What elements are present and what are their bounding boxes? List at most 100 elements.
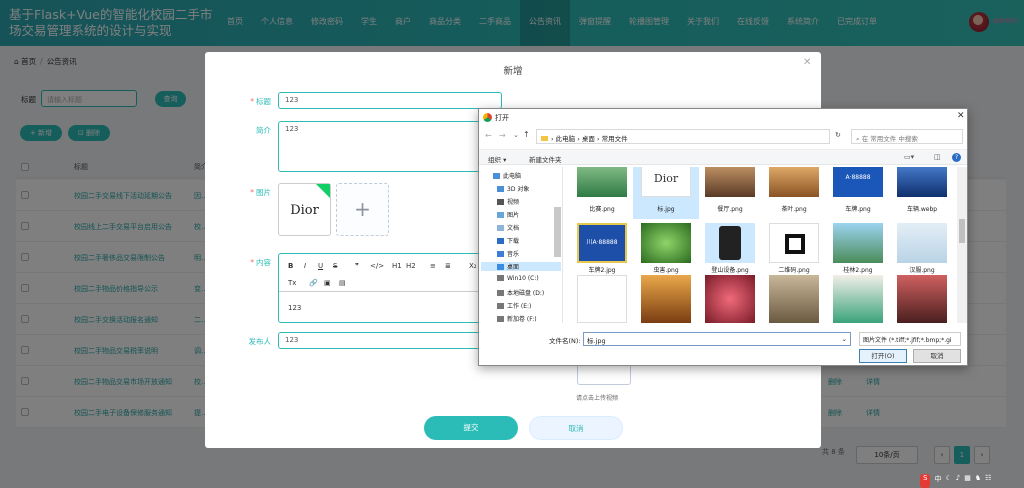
- close-icon[interactable]: ✕: [957, 111, 965, 121]
- file-item[interactable]: 比赛.png: [569, 167, 635, 219]
- file-item[interactable]: Dior 标.jpg: [633, 167, 699, 219]
- file-item[interactable]: 二维码.png: [761, 219, 827, 274]
- microphone-icon[interactable]: ♪: [956, 474, 960, 488]
- file-scrollbar[interactable]: [957, 167, 967, 323]
- tree-item-pc[interactable]: 此电脑: [493, 171, 521, 180]
- up-icon[interactable]: ↑: [523, 130, 530, 139]
- file-item[interactable]: 桂林2.png: [825, 219, 891, 274]
- thumbnail: [769, 167, 819, 197]
- file-item-selected[interactable]: 登山设备.png: [697, 219, 763, 274]
- tree-item-drive-c[interactable]: Win10 (C:): [497, 275, 539, 282]
- subscript-button[interactable]: X₂: [469, 262, 477, 270]
- file-item[interactable]: [569, 275, 635, 323]
- forward-icon[interactable]: →: [499, 131, 506, 140]
- ordered-list-button[interactable]: ≡: [430, 262, 436, 270]
- publisher-input[interactable]: 123: [278, 332, 502, 349]
- ime-language[interactable]: 中: [934, 474, 941, 488]
- path-segment[interactable]: 此电脑: [556, 135, 576, 143]
- tree-item-videos[interactable]: 视频: [497, 197, 519, 206]
- preview-pane-icon[interactable]: ◫: [934, 153, 941, 161]
- open-button[interactable]: 打开(O): [859, 349, 907, 363]
- file-item[interactable]: 虫害.png: [633, 219, 699, 274]
- image-upload-button[interactable]: +: [336, 183, 389, 236]
- h2-button[interactable]: H2: [406, 262, 416, 270]
- file-item[interactable]: [633, 275, 699, 323]
- cancel-button[interactable]: 取消: [529, 416, 623, 440]
- ime-logo-icon[interactable]: S: [920, 474, 931, 488]
- file-item[interactable]: 车辆.webp: [889, 167, 954, 219]
- dior-logo: Dior: [290, 203, 319, 218]
- path-segment[interactable]: 桌面: [582, 135, 595, 143]
- title-input[interactable]: 123: [278, 92, 502, 109]
- back-icon[interactable]: ←: [485, 131, 492, 140]
- view-icon[interactable]: ▭▾: [904, 153, 914, 161]
- address-bar[interactable]: › 此电脑 › 桌面 › 常用文件: [536, 129, 830, 144]
- file-item[interactable]: [761, 275, 827, 323]
- file-item[interactable]: A·88888 车牌.png: [825, 167, 891, 219]
- history-chevron-icon[interactable]: ⌄: [513, 131, 519, 139]
- thumbnail: [833, 223, 883, 263]
- drive-icon: [497, 275, 504, 281]
- filename-label: 文件名(N):: [549, 337, 581, 345]
- link-icon[interactable]: 🔗: [309, 279, 318, 287]
- new-folder-button[interactable]: 新建文件夹: [529, 154, 562, 164]
- image-icon[interactable]: ▣: [324, 279, 331, 287]
- menu-icon[interactable]: ☷: [985, 474, 991, 488]
- uploaded-image-thumb[interactable]: Dior: [278, 183, 331, 236]
- clear-format-button[interactable]: Tx: [288, 279, 296, 287]
- file-search-input[interactable]: ⌕ 在 常用文件 中搜索: [851, 129, 963, 144]
- tree-item-downloads[interactable]: 下载: [497, 236, 519, 245]
- tree-item-music[interactable]: 音乐: [497, 249, 519, 258]
- refresh-icon[interactable]: ↻: [835, 131, 841, 139]
- tree-item-desktop[interactable]: 桌面: [481, 262, 561, 271]
- bullet-list-button[interactable]: ≣: [445, 262, 451, 270]
- filetype-select[interactable]: 图片文件 (*.tiff;*.jfif;*.bmp;*.gi: [859, 332, 961, 346]
- help-icon[interactable]: ?: [952, 153, 961, 162]
- tree-label: 下载: [507, 238, 520, 245]
- submit-button[interactable]: 提交: [424, 416, 518, 440]
- tree-label: 本地磁盘 (D:): [507, 290, 545, 297]
- scroll-thumb[interactable]: [959, 219, 965, 243]
- moon-icon[interactable]: ☾: [945, 474, 951, 488]
- code-button[interactable]: </>: [370, 262, 384, 270]
- tree-item-documents[interactable]: 文档: [497, 223, 519, 232]
- title-label-text: 标题: [256, 97, 271, 106]
- organize-button[interactable]: 组织 ▾: [488, 154, 506, 164]
- video-icon[interactable]: ▤: [339, 279, 346, 287]
- h1-button[interactable]: H1: [392, 262, 402, 270]
- file-name: 车辆.webp: [906, 206, 938, 213]
- thumbnail: [833, 275, 883, 323]
- chevron-down-icon[interactable]: ⌄: [842, 335, 847, 343]
- tree-scrollbar[interactable]: [554, 207, 561, 257]
- file-item[interactable]: [697, 275, 763, 323]
- rich-text-editor[interactable]: B I U S ❞ </> H1 H2 ≡ ≣ X₂ Tx 🔗 ▣ ▤ 123: [278, 253, 503, 323]
- file-item[interactable]: 餐厅.png: [697, 167, 763, 219]
- tree-label: Win10 (C:): [507, 275, 539, 282]
- tree-item-drive-e[interactable]: 工作 (E:): [497, 301, 531, 310]
- underline-button[interactable]: U: [318, 262, 323, 270]
- file-item[interactable]: [825, 275, 891, 323]
- file-item[interactable]: 汉服.png: [889, 219, 954, 274]
- content-label: * 内容: [250, 258, 271, 267]
- dialog-cancel-button[interactable]: 取消: [913, 349, 961, 363]
- intro-textarea[interactable]: 123: [278, 121, 502, 172]
- path-segment[interactable]: 常用文件: [602, 135, 628, 143]
- shirt-icon[interactable]: ♞: [975, 474, 981, 488]
- system-tray: S 中 ☾ ♪ ▦ ♞ ☷: [920, 474, 991, 488]
- file-item[interactable]: 川A·88888 车牌2.jpg: [569, 219, 635, 274]
- tree-item-3d[interactable]: 3D 对象: [497, 184, 529, 193]
- close-icon[interactable]: ✕: [803, 57, 811, 68]
- keyboard-icon[interactable]: ▦: [964, 474, 971, 488]
- italic-button[interactable]: I: [304, 262, 306, 270]
- bold-button[interactable]: B: [288, 262, 293, 270]
- publisher-label: 发布人: [248, 337, 272, 346]
- tree-item-pictures[interactable]: 图片: [497, 210, 519, 219]
- quote-button[interactable]: ❞: [355, 262, 359, 270]
- editor-content: 123: [288, 304, 302, 312]
- filename-input[interactable]: 标.jpg ⌄: [583, 332, 851, 346]
- tree-item-drive-f[interactable]: 新加卷 (F:): [497, 314, 537, 323]
- tree-item-drive-d[interactable]: 本地磁盘 (D:): [497, 288, 544, 297]
- file-item[interactable]: [889, 275, 954, 323]
- file-item[interactable]: 茶叶.png: [761, 167, 827, 219]
- strike-button[interactable]: S: [333, 262, 337, 270]
